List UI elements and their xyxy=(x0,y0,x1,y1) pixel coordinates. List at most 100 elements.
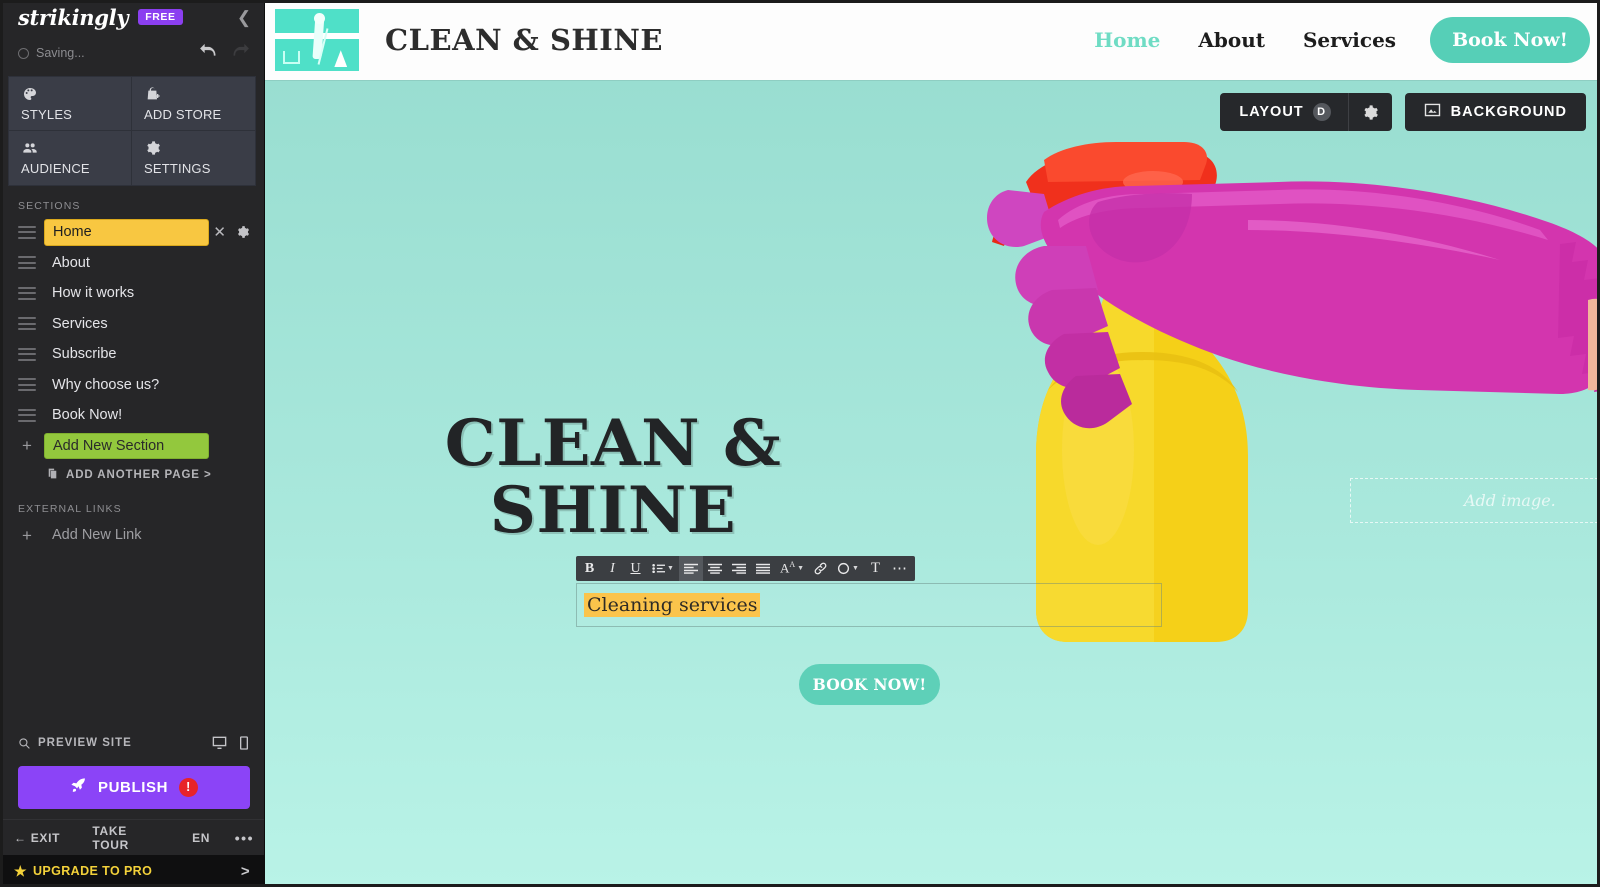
section-label: Why choose us? xyxy=(52,376,160,393)
site-preview-canvas: CLEAN & SHINE Home About Services Book N… xyxy=(265,0,1600,887)
nav-link-services[interactable]: Services xyxy=(1303,28,1396,52)
background-label: BACKGROUND xyxy=(1450,104,1567,120)
quick-action-settings[interactable]: SETTINGS xyxy=(132,131,255,185)
add-another-page-button[interactable]: ADD ANOTHER PAGE > xyxy=(0,461,264,489)
exit-label: EXIT xyxy=(30,830,61,845)
add-another-page-label: ADD ANOTHER PAGE > xyxy=(66,469,212,481)
quick-action-label: AUDIENCE xyxy=(21,161,90,176)
add-new-section-button[interactable]: + Add New Section xyxy=(0,431,264,462)
underline-button[interactable]: U xyxy=(624,556,647,581)
italic-button[interactable]: I xyxy=(601,556,624,581)
bold-button[interactable]: B xyxy=(578,556,601,581)
mobile-phone-icon[interactable] xyxy=(240,736,248,750)
upgrade-to-pro-banner[interactable]: ★ UPGRADE TO PRO > xyxy=(0,855,264,887)
plan-badge: FREE xyxy=(138,9,183,25)
section-label: About xyxy=(52,254,90,271)
add-image-placeholder[interactable]: Add image. xyxy=(1350,478,1600,523)
desktop-monitor-icon[interactable] xyxy=(211,736,228,751)
sections-heading: SECTIONS xyxy=(18,200,81,212)
chevron-right-icon: > xyxy=(240,862,250,880)
plus-icon: + xyxy=(22,436,32,456)
save-status-label: Saving... xyxy=(36,46,85,60)
drag-handle-icon[interactable] xyxy=(18,317,36,331)
bullet-list-button[interactable]: ▼ xyxy=(647,556,679,581)
add-image-label: Add image. xyxy=(1464,491,1556,510)
strikingly-logo[interactable]: strikingly FREE xyxy=(18,5,183,30)
people-icon xyxy=(21,138,131,158)
site-logo[interactable] xyxy=(275,9,359,71)
editor-sidebar: strikingly FREE ❮ Saving... STYLES ADD S… xyxy=(0,0,265,887)
drag-handle-icon[interactable] xyxy=(18,408,36,422)
sidebar-header: strikingly FREE ❮ xyxy=(0,0,264,34)
add-new-section-label: Add New Section xyxy=(44,432,209,459)
sidebar-section-services[interactable]: Services xyxy=(0,309,264,340)
quick-action-add-store[interactable]: ADD STORE xyxy=(132,77,255,131)
sidebar-section-book-now[interactable]: Book Now! xyxy=(0,400,264,431)
quick-action-audience[interactable]: AUDIENCE xyxy=(9,131,132,185)
section-label: How it works xyxy=(52,285,135,301)
align-left-button[interactable] xyxy=(678,556,703,581)
sidebar-footer: ← EXIT TAKE TOUR EN ••• xyxy=(0,819,264,855)
palette-icon xyxy=(21,84,131,104)
chevron-left-icon[interactable]: ❮ xyxy=(234,7,254,27)
chevron-down-icon: ▼ xyxy=(852,565,859,572)
align-justify-button[interactable] xyxy=(751,556,775,581)
sidebar-section-why-choose-us[interactable]: Why choose us? xyxy=(0,370,264,401)
sidebar-section-how-it-works[interactable]: How it works xyxy=(0,278,264,309)
canvas-editor-controls: LAYOUT D BACKGROUND xyxy=(1220,93,1586,131)
undo-arrow-icon[interactable] xyxy=(198,41,218,61)
close-icon[interactable]: ✕ xyxy=(213,225,226,240)
hero-title[interactable]: CLEAN & SHINE xyxy=(323,410,903,545)
language-button[interactable]: EN xyxy=(192,831,210,845)
arrow-left-icon: ← xyxy=(14,830,27,845)
more-options-button[interactable]: ⋯ xyxy=(887,556,913,581)
hero-section: LAYOUT D BACKGROUND Add image. CLEAN & S… xyxy=(265,80,1600,887)
spinner-icon xyxy=(18,47,29,59)
drag-handle-icon[interactable] xyxy=(18,378,36,392)
text-style-button[interactable]: T xyxy=(864,556,887,581)
sidebar-section-home[interactable]: Home ✕ xyxy=(0,217,264,248)
gear-icon[interactable] xyxy=(236,225,250,239)
hero-book-now-button[interactable]: BOOK NOW! xyxy=(799,664,940,705)
search-icon xyxy=(19,737,30,749)
redo-arrow-icon xyxy=(231,41,251,61)
gear-icon[interactable] xyxy=(1349,104,1392,121)
save-status-bar: Saving... xyxy=(0,38,264,68)
nav-book-now-button[interactable]: Book Now! xyxy=(1430,17,1590,63)
layout-button-main[interactable]: LAYOUT D xyxy=(1220,103,1347,121)
preview-site-button[interactable]: PREVIEW SITE xyxy=(0,726,264,760)
section-label: Services xyxy=(52,315,108,332)
publish-label: PUBLISH xyxy=(97,779,169,796)
plus-icon: + xyxy=(22,525,32,545)
drag-handle-icon[interactable] xyxy=(18,256,36,270)
add-new-link-button[interactable]: + Add New Link xyxy=(0,520,264,551)
layout-button[interactable]: LAYOUT D xyxy=(1220,93,1392,131)
image-icon xyxy=(1424,103,1441,121)
publish-button[interactable]: PUBLISH ! xyxy=(18,766,250,809)
text-color-button[interactable]: ▼ xyxy=(832,556,864,581)
drag-handle-icon[interactable] xyxy=(18,347,36,361)
align-right-button[interactable] xyxy=(727,556,751,581)
link-button[interactable] xyxy=(809,556,832,581)
exit-button[interactable]: ← EXIT xyxy=(14,831,60,845)
add-new-link-label: Add New Link xyxy=(52,527,142,543)
drag-handle-icon[interactable] xyxy=(18,286,36,300)
hero-subtitle-value: Cleaning services xyxy=(584,593,761,617)
site-title[interactable]: CLEAN & SHINE xyxy=(385,23,663,57)
background-button[interactable]: BACKGROUND xyxy=(1404,93,1586,131)
take-tour-button[interactable]: TAKE TOUR xyxy=(92,824,163,852)
sections-list: Home ✕ About How it works Services Subsc… xyxy=(0,217,264,489)
sidebar-section-subscribe[interactable]: Subscribe xyxy=(0,339,264,370)
drag-handle-icon[interactable] xyxy=(18,225,36,239)
nav-link-about[interactable]: About xyxy=(1198,28,1265,52)
quick-action-label: STYLES xyxy=(21,107,73,122)
sidebar-section-about[interactable]: About xyxy=(0,248,264,279)
hero-subtitle-field[interactable]: Cleaning services xyxy=(576,583,1162,627)
strikingly-editor: strikingly FREE ❮ Saving... STYLES ADD S… xyxy=(0,0,1600,887)
nav-link-home[interactable]: Home xyxy=(1094,28,1160,52)
font-size-button[interactable]: AA ▼ xyxy=(775,556,809,581)
more-options-button[interactable]: ••• xyxy=(235,830,254,846)
site-nav-links: Home About Services Book Now! xyxy=(1056,17,1600,63)
quick-action-styles[interactable]: STYLES xyxy=(9,77,132,131)
align-center-button[interactable] xyxy=(703,556,727,581)
